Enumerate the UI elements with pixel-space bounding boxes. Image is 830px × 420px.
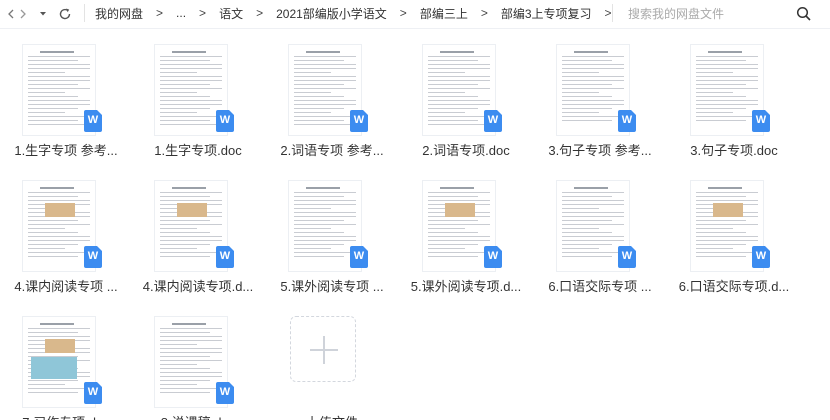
top-navigation-bar: 我的网盘 > ... > 语文 > 2021部编版小学语文 > 部编三上 > 部… <box>0 0 830 28</box>
chevron-down-icon[interactable] <box>32 3 54 25</box>
file-name[interactable]: 3.句子专项 参考... <box>536 140 664 159</box>
breadcrumb-item-current[interactable]: 部编3上专项复习 <box>498 5 595 22</box>
file-item[interactable]: W 6.口语交际专项 ... <box>536 174 664 298</box>
breadcrumb-separator-icon: > <box>156 6 164 20</box>
breadcrumb-item-grade3[interactable]: 部编三上 <box>417 5 471 22</box>
breadcrumb-separator-icon: > <box>399 6 407 20</box>
file-item[interactable]: W 2.词语专项 参考... <box>268 38 396 162</box>
word-file-icon: W <box>350 246 368 268</box>
word-file-icon: W <box>350 110 368 132</box>
breadcrumb-separator-icon: > <box>604 6 612 20</box>
plus-icon[interactable] <box>290 316 356 382</box>
file-name[interactable]: 2.词语专项 参考... <box>268 140 396 159</box>
breadcrumb-item-chinese[interactable]: 语文 <box>216 5 246 22</box>
word-file-icon: W <box>84 382 102 404</box>
file-name[interactable]: 4.课内阅读专项 ... <box>2 276 130 295</box>
word-file-icon: W <box>618 110 636 132</box>
file-name[interactable]: 6.口语交际专项.d... <box>670 276 798 295</box>
file-name[interactable]: 5.课外阅读专项 ... <box>268 276 396 295</box>
file-name[interactable]: 5.课外阅读专项.d... <box>402 276 530 295</box>
file-item[interactable]: W 2.词语专项.doc <box>402 38 530 162</box>
file-item[interactable]: W 7.习作专项.doc <box>2 310 130 420</box>
divider <box>0 28 830 29</box>
file-item[interactable]: W 8.说课稿.doc <box>134 310 262 420</box>
file-item[interactable]: W 6.口语交际专项.d... <box>670 174 798 298</box>
file-name[interactable]: 3.句子专项.doc <box>670 140 798 159</box>
word-file-icon: W <box>752 246 770 268</box>
search-icon[interactable] <box>796 6 812 22</box>
chevron-right-icon[interactable] <box>12 3 34 25</box>
file-item[interactable]: W 4.课内阅读专项 ... <box>2 174 130 298</box>
word-file-icon: W <box>216 382 234 404</box>
word-file-icon: W <box>216 246 234 268</box>
breadcrumb-item-root[interactable]: 我的网盘 <box>92 5 146 22</box>
file-name[interactable]: 1.生字专项 参考... <box>2 140 130 159</box>
file-name[interactable]: 1.生字专项.doc <box>134 140 262 159</box>
word-file-icon: W <box>484 246 502 268</box>
upload-file-button[interactable]: 上传文件 <box>268 310 396 420</box>
file-name[interactable]: 2.词语专项.doc <box>402 140 530 159</box>
breadcrumb-item-2021[interactable]: 2021部编版小学语文 <box>273 5 390 22</box>
file-item[interactable]: W 1.生字专项.doc <box>134 38 262 162</box>
word-file-icon: W <box>84 246 102 268</box>
word-file-icon: W <box>484 110 502 132</box>
divider <box>84 4 85 22</box>
refresh-icon[interactable] <box>54 3 76 25</box>
file-name[interactable]: 6.口语交际专项 ... <box>536 276 664 295</box>
file-name[interactable]: 4.课内阅读专项.d... <box>134 276 262 295</box>
file-item[interactable]: W 5.课外阅读专项 ... <box>268 174 396 298</box>
word-file-icon: W <box>752 110 770 132</box>
file-item[interactable]: W 1.生字专项 参考... <box>2 38 130 162</box>
file-item[interactable]: W 4.课内阅读专项.d... <box>134 174 262 298</box>
breadcrumb-separator-icon: > <box>480 6 488 20</box>
word-file-icon: W <box>618 246 636 268</box>
search-box <box>620 3 820 25</box>
search-input[interactable] <box>620 7 790 21</box>
word-file-icon: W <box>84 110 102 132</box>
file-name[interactable]: 8.说课稿.doc <box>134 412 262 420</box>
breadcrumb: 我的网盘 > ... > 语文 > 2021部编版小学语文 > 部编三上 > 部… <box>92 0 622 26</box>
breadcrumb-separator-icon: > <box>199 6 207 20</box>
file-item[interactable]: W 3.句子专项.doc <box>670 38 798 162</box>
breadcrumb-item-ellipsis[interactable]: ... <box>173 6 189 20</box>
file-item[interactable]: W 3.句子专项 参考... <box>536 38 664 162</box>
file-name[interactable]: 7.习作专项.doc <box>2 412 130 420</box>
divider <box>612 4 613 22</box>
file-item[interactable]: W 5.课外阅读专项.d... <box>402 174 530 298</box>
breadcrumb-separator-icon: > <box>256 6 264 20</box>
upload-label: 上传文件 <box>268 412 396 420</box>
word-file-icon: W <box>216 110 234 132</box>
